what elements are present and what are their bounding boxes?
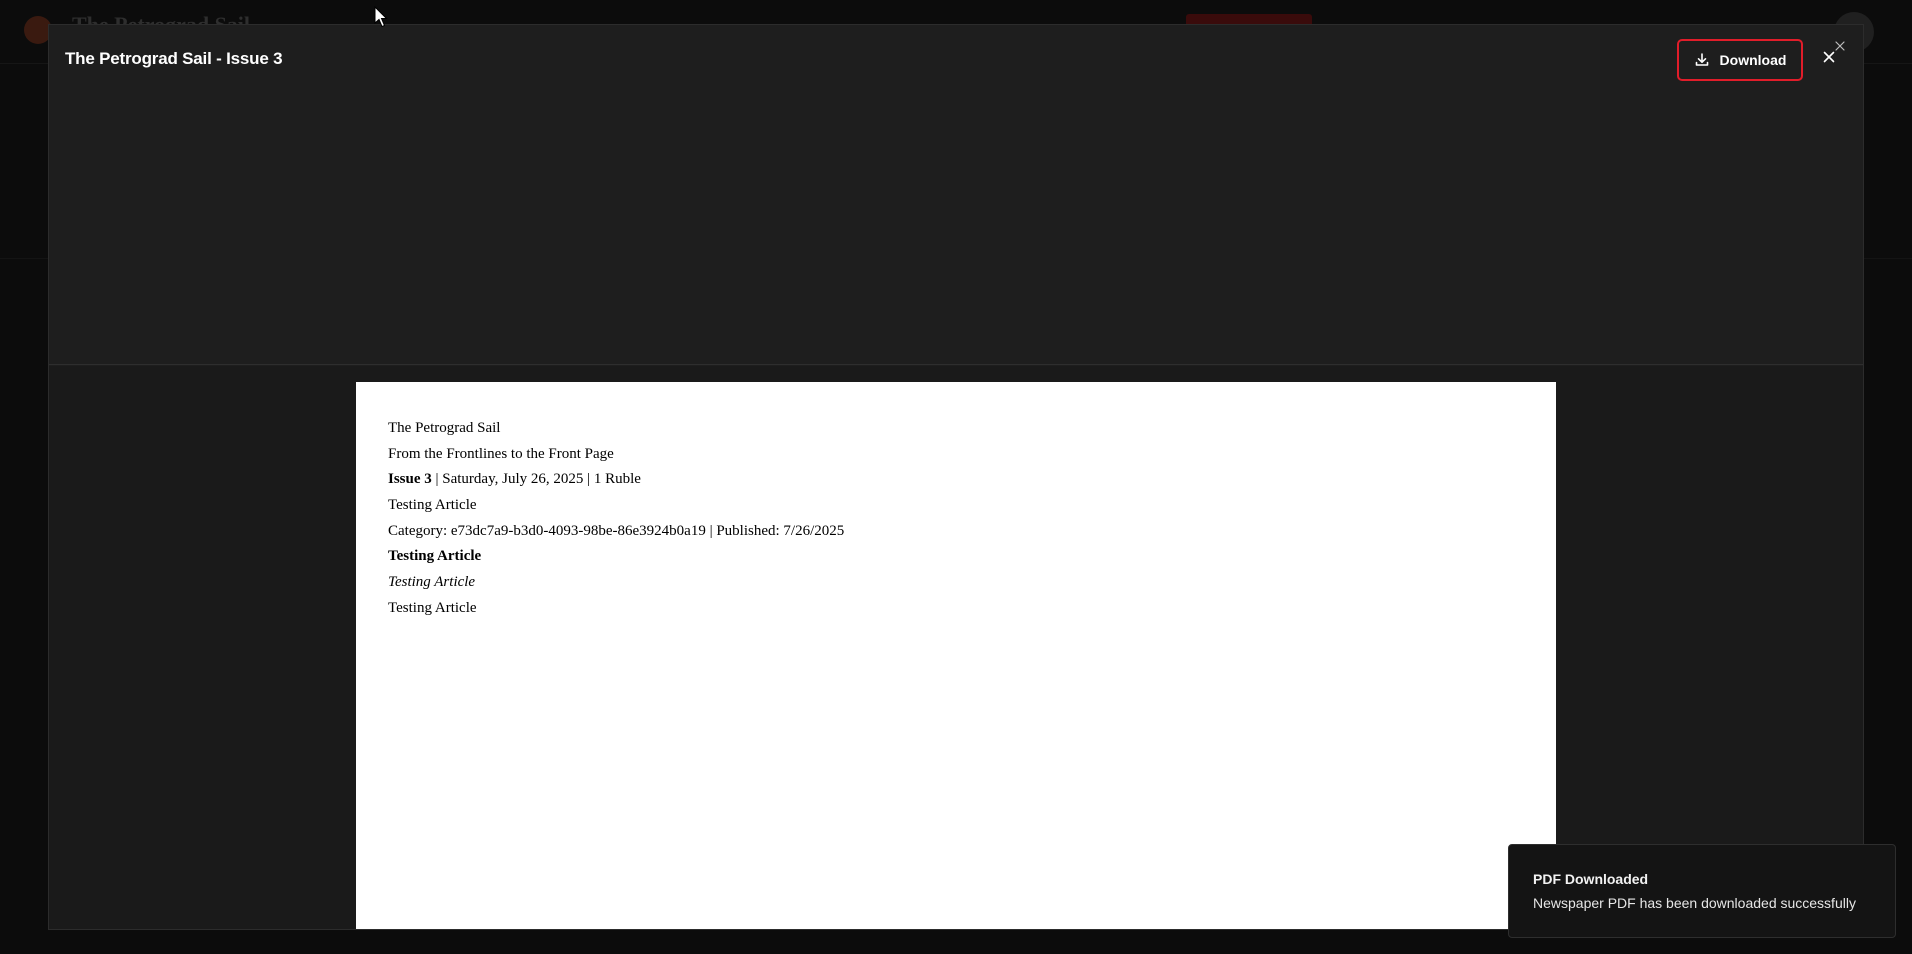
pdf-masthead: The Petrograd Sail	[388, 420, 501, 436]
pdf-body-bold: Testing Article	[388, 548, 482, 565]
dialog-header: The Petrograd Sail - Issue 3 Download	[49, 25, 1863, 365]
download-button[interactable]: Download	[1677, 39, 1803, 81]
mouse-cursor-icon	[374, 5, 388, 28]
dialog-title: The Petrograd Sail - Issue 3	[65, 49, 283, 68]
close-icon	[1835, 38, 1845, 56]
pdf-issue-label: Issue 3	[388, 471, 432, 488]
pdf-preview-dialog: The Petrograd Sail - Issue 3 Download Th…	[48, 24, 1864, 930]
pdf-body-plain: Testing Article	[388, 599, 477, 616]
pdf-issue-line: Issue 3 | Saturday, July 26, 2025 | 1 Ru…	[388, 469, 1524, 489]
pdf-issue-meta: | Saturday, July 26, 2025 | 1 Ruble	[431, 471, 641, 488]
toast-title: PDF Downloaded	[1533, 871, 1649, 887]
pdf-tagline: From the Frontlines to the Front Page	[388, 445, 614, 462]
toast-description: Newspaper PDF has been downloaded succes…	[1533, 895, 1856, 911]
pdf-body-italic: Testing Article	[388, 574, 476, 591]
dialog-close-button[interactable]	[1833, 40, 1847, 54]
pdf-article-meta: Category: e73dc7a9-b3d0-4093-98be-86e392…	[388, 522, 845, 539]
pdf-page: The Petrograd Sail From the Frontlines t…	[356, 382, 1556, 929]
download-icon	[1694, 52, 1710, 68]
pdf-article-title: Testing Article	[388, 497, 477, 514]
toast-notification[interactable]: PDF Downloaded Newspaper PDF has been do…	[1508, 844, 1896, 938]
download-label: Download	[1719, 52, 1787, 68]
